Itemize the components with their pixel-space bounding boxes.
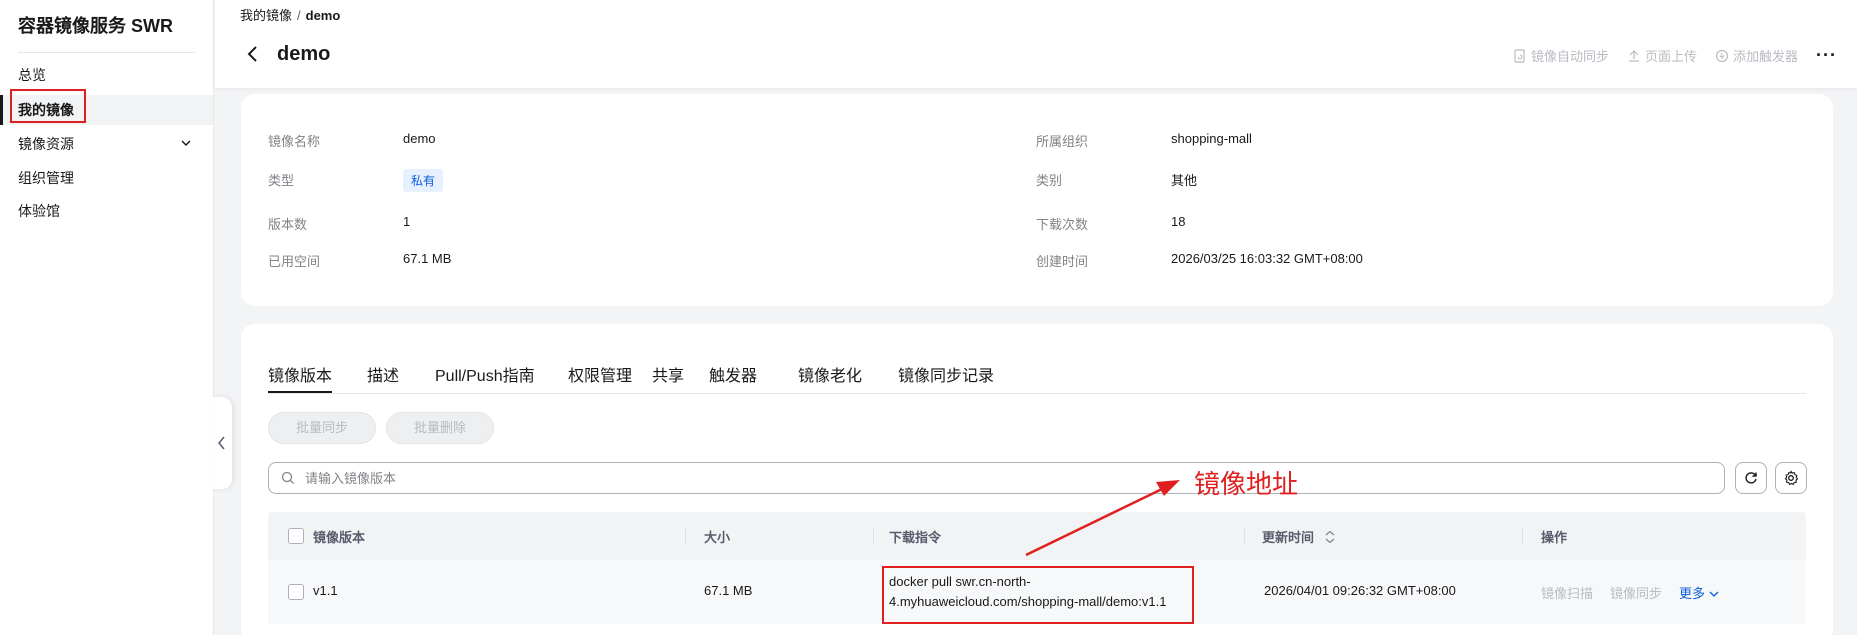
more-actions-button[interactable]: 更多 <box>1679 583 1719 602</box>
cell-size: 67.1 MB <box>704 583 753 598</box>
annotation-label: 镜像地址 <box>1194 469 1299 499</box>
info-label-type: 类型 <box>268 173 295 188</box>
info-label-used-space: 已用空间 <box>268 254 321 269</box>
search-box <box>268 462 1725 494</box>
page-title: demo <box>277 43 331 65</box>
sort-icon[interactable] <box>1324 530 1336 544</box>
info-value-versions: 1 <box>403 214 411 229</box>
batch-sync-button[interactable]: 批量同步 <box>268 412 377 444</box>
type-badge: 私有 <box>403 169 444 192</box>
column-header-size: 大小 <box>704 530 731 545</box>
chevron-down-icon <box>1709 591 1719 597</box>
sidebar-item-label: 我的镜像 <box>18 102 74 118</box>
breadcrumb-current: demo <box>305 8 341 23</box>
breadcrumb: 我的镜像 / demo <box>240 5 340 24</box>
add-trigger-label: 添加触发器 <box>1733 49 1799 64</box>
column-divider <box>1522 528 1523 544</box>
column-divider <box>685 528 686 544</box>
table-header: 镜像版本 大小 下载指令 更新时间 操作 <box>268 512 1806 560</box>
info-label-org: 所属组织 <box>1036 134 1089 149</box>
sidebar-item-my-images[interactable]: 我的镜像 <box>0 95 213 125</box>
sidebar-item-org-management[interactable]: 组织管理 <box>0 163 213 193</box>
header-actions: 镜像自动同步 页面上传 添加触发器 ··· <box>1513 45 1837 66</box>
select-all-checkbox[interactable] <box>288 528 304 544</box>
auto-sync-button[interactable]: 镜像自动同步 <box>1513 46 1609 65</box>
sidebar-item-label: 镜像资源 <box>18 136 74 152</box>
column-divider <box>873 528 874 544</box>
chevron-down-icon <box>181 140 191 146</box>
page-upload-button[interactable]: 页面上传 <box>1627 46 1697 65</box>
info-value-name: demo <box>403 131 436 146</box>
column-divider <box>1244 528 1245 544</box>
sidebar-item-overview[interactable]: 总览 <box>0 60 213 90</box>
info-value-downloads: 18 <box>1171 214 1186 229</box>
sidebar-collapse-handle[interactable] <box>212 397 232 489</box>
chevron-left-icon <box>218 436 225 450</box>
sidebar-item-label: 总览 <box>18 67 46 83</box>
cell-updated: 2026/04/01 09:26:32 GMT+08:00 <box>1264 583 1456 598</box>
gear-icon <box>1784 470 1799 486</box>
batch-delete-button[interactable]: 批量删除 <box>386 412 495 444</box>
tab-image-versions[interactable]: 镜像版本 <box>268 362 333 393</box>
auto-sync-label: 镜像自动同步 <box>1530 49 1609 64</box>
sidebar-divider <box>18 52 195 53</box>
app-title: 容器镜像服务 SWR <box>18 16 173 36</box>
more-menu-button[interactable]: ··· <box>1816 45 1837 66</box>
tab-bar: 镜像版本 描述 Pull/Push指南 权限管理 共享 触发器 镜像老化 镜像同… <box>268 362 1806 394</box>
upload-icon <box>1628 49 1639 62</box>
info-value-used-space: 67.1 MB <box>403 251 452 266</box>
search-icon <box>281 471 294 484</box>
cell-command: docker pull swr.cn-north-4.myhuaweicloud… <box>889 574 1167 609</box>
image-info-card: 镜像名称 demo 类型 私有 版本数 1 已用空间 67.1 MB 所属组织 … <box>241 94 1833 306</box>
column-header-updated: 更新时间 <box>1262 530 1315 545</box>
info-label-created: 创建时间 <box>1036 254 1089 269</box>
more-actions-label: 更多 <box>1679 586 1706 601</box>
refresh-button[interactable] <box>1735 462 1767 494</box>
refresh-icon <box>1745 472 1757 484</box>
table-row: v1.1 67.1 MB docker pull swr.cn-north-4.… <box>268 560 1806 624</box>
settings-button[interactable] <box>1775 462 1807 494</box>
sidebar-item-experience-hall[interactable]: 体验馆 <box>0 196 213 226</box>
sync-file-icon <box>1514 48 1525 63</box>
column-header-version: 镜像版本 <box>313 530 366 545</box>
sidebar-item-image-resources[interactable]: 镜像资源 <box>0 129 213 159</box>
column-header-command: 下载指令 <box>889 530 942 545</box>
sidebar-item-label: 组织管理 <box>18 170 74 186</box>
info-value-org: shopping-mall <box>1171 131 1252 146</box>
cell-version: v1.1 <box>313 583 338 598</box>
image-scan-button[interactable]: 镜像扫描 <box>1541 583 1593 602</box>
tab-sync-records[interactable]: 镜像同步记录 <box>898 362 994 386</box>
page-header: 我的镜像 / demo demo 镜像自动同步 页面上传 添加触发器 ··· <box>215 0 1857 88</box>
row-checkbox[interactable] <box>288 584 304 600</box>
tab-sharing[interactable]: 共享 <box>652 362 684 386</box>
trigger-icon <box>1715 49 1729 62</box>
info-value-created: 2026/03/25 16:03:32 GMT+08:00 <box>1171 251 1363 266</box>
info-label-downloads: 下载次数 <box>1036 217 1089 232</box>
image-sync-button[interactable]: 镜像同步 <box>1610 583 1662 602</box>
sidebar-item-label: 体验馆 <box>18 203 60 219</box>
tab-pull-push-guide[interactable]: Pull/Push指南 <box>435 362 535 386</box>
tab-permissions[interactable]: 权限管理 <box>568 362 632 386</box>
column-header-actions: 操作 <box>1541 530 1568 545</box>
version-card: 镜像版本 描述 Pull/Push指南 权限管理 共享 触发器 镜像老化 镜像同… <box>241 324 1833 635</box>
info-label-versions: 版本数 <box>268 217 308 232</box>
tab-image-aging[interactable]: 镜像老化 <box>798 362 862 386</box>
back-arrow-icon[interactable] <box>246 46 260 62</box>
add-trigger-button[interactable]: 添加触发器 <box>1715 46 1798 65</box>
info-label-category: 类别 <box>1036 173 1063 188</box>
tab-description[interactable]: 描述 <box>367 362 399 386</box>
info-value-category: 其他 <box>1171 173 1198 188</box>
search-input[interactable] <box>305 463 1705 493</box>
versions-table: 镜像版本 大小 下载指令 更新时间 操作 v1.1 67.1 MB docker… <box>268 512 1806 624</box>
breadcrumb-separator: / <box>297 8 301 23</box>
page-upload-label: 页面上传 <box>1644 49 1697 64</box>
breadcrumb-link-my-images[interactable]: 我的镜像 <box>240 8 292 23</box>
info-label-name: 镜像名称 <box>268 134 321 149</box>
sidebar: 容器镜像服务 SWR 总览 我的镜像 镜像资源 组织管理 体验馆 <box>0 0 214 635</box>
tab-triggers[interactable]: 触发器 <box>709 362 757 386</box>
